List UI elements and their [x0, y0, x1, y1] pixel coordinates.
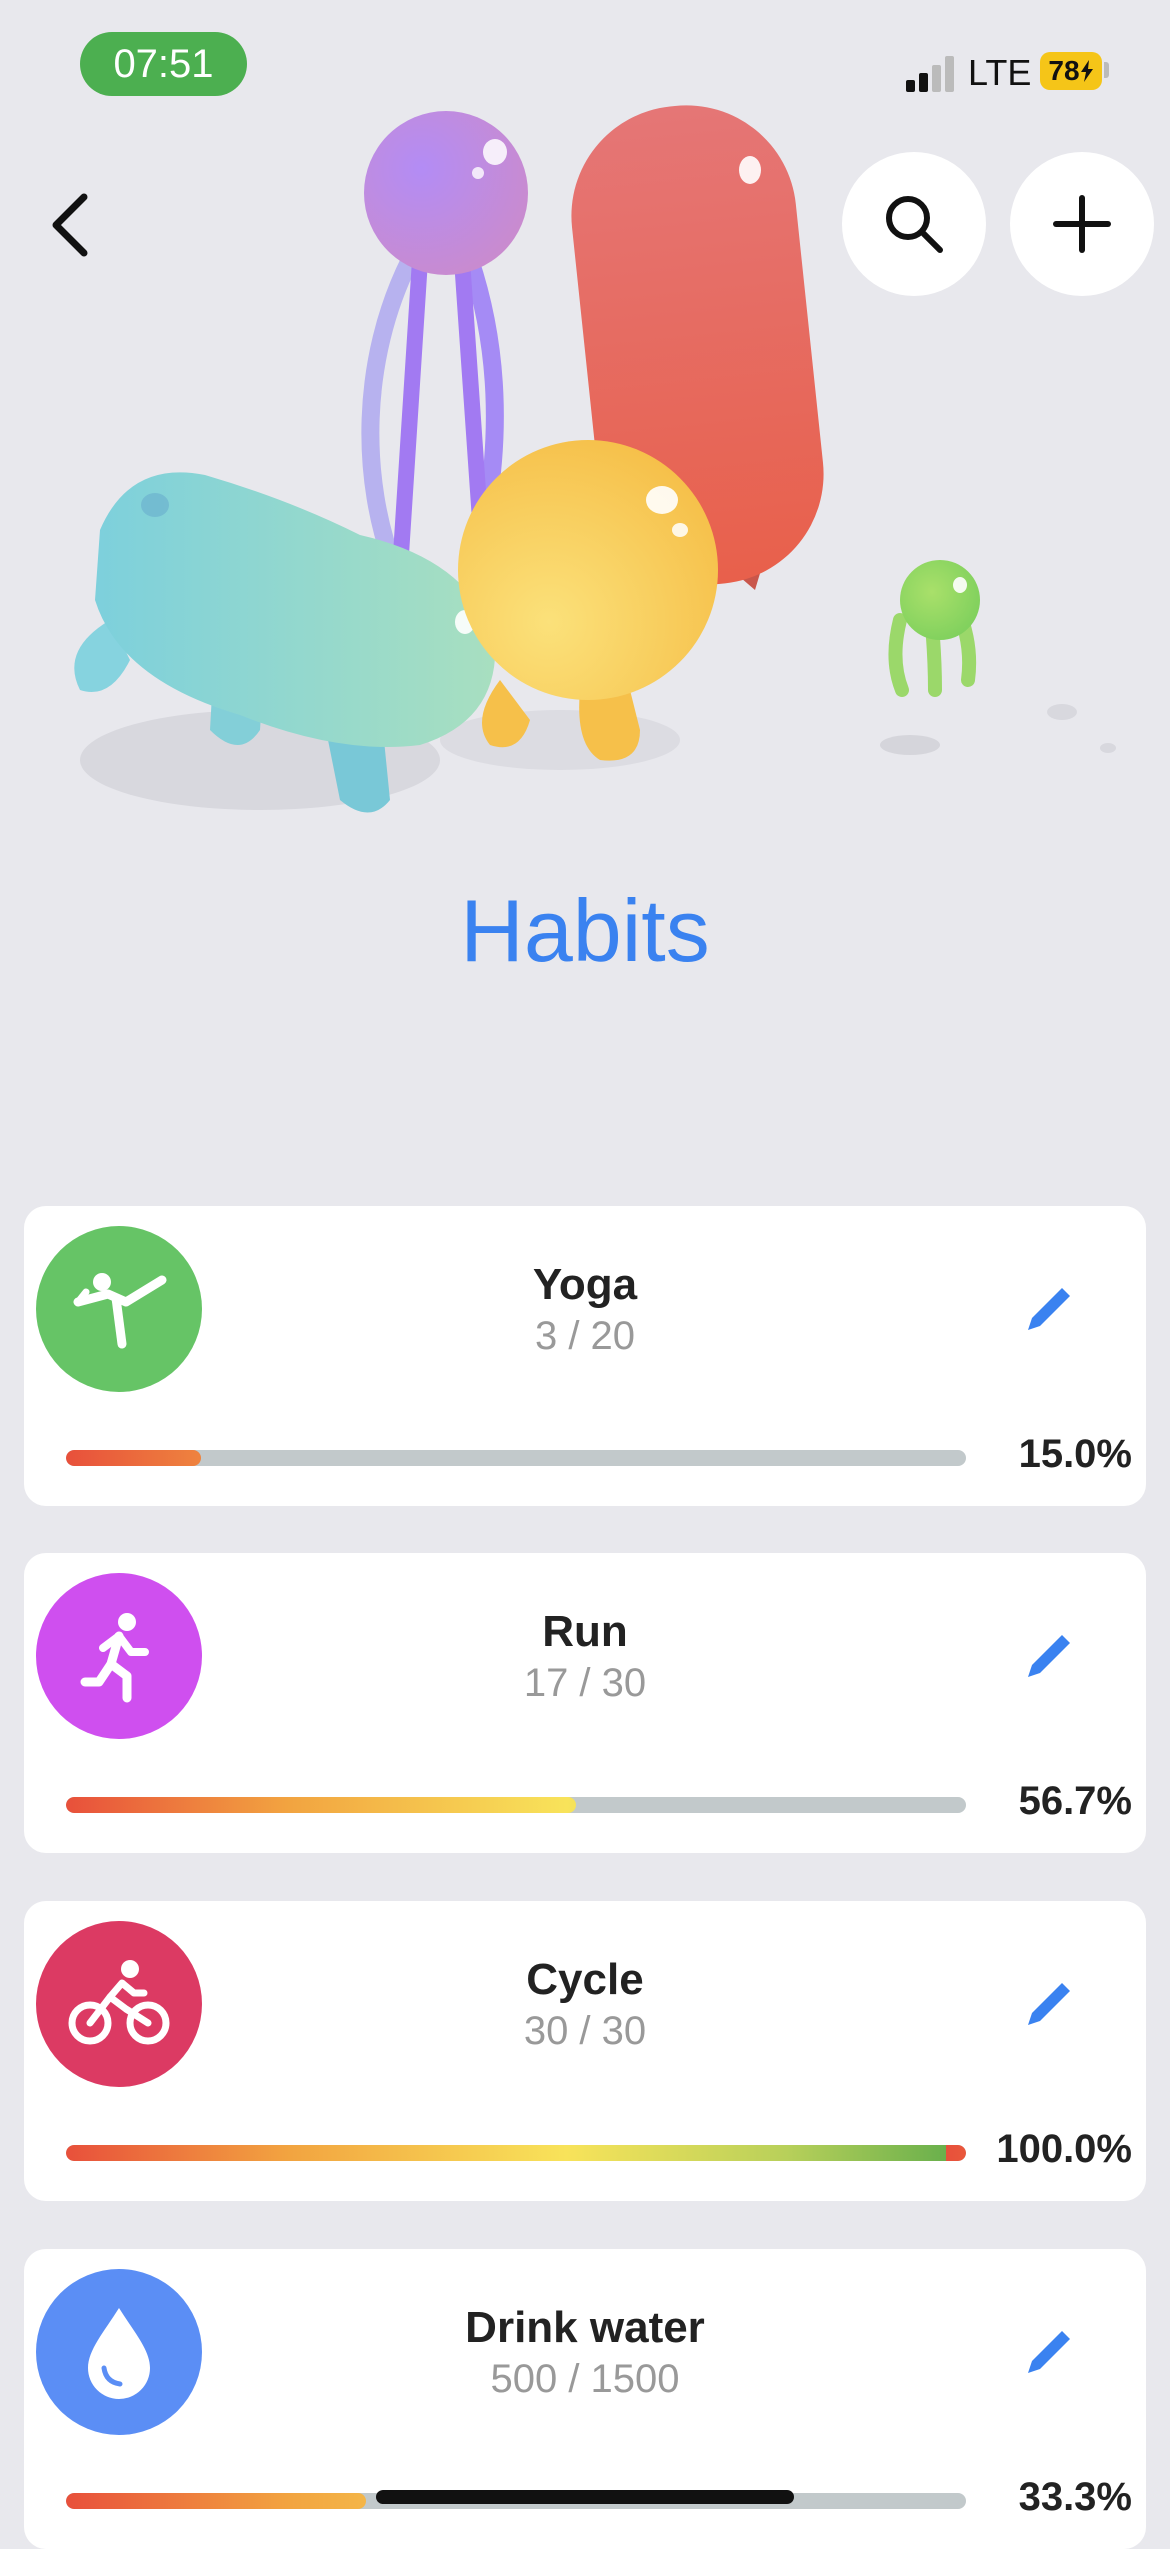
- edit-button[interactable]: [1018, 2323, 1078, 2383]
- habit-count: 30 / 30: [523, 2009, 647, 2053]
- plus-icon: [1053, 195, 1111, 253]
- progress-fill: [66, 2493, 366, 2509]
- chevron-left-icon: [52, 193, 88, 257]
- habit-name: Yoga: [532, 1260, 638, 1309]
- habit-count: 3 / 20: [534, 1314, 636, 1358]
- progress-percent: 15.0%: [1018, 1432, 1132, 1476]
- edit-button[interactable]: [1018, 1627, 1078, 1687]
- edit-button[interactable]: [1018, 1975, 1078, 2035]
- page-title: Habits: [460, 881, 710, 980]
- battery-cap: [1104, 62, 1109, 78]
- battery-indicator: 78: [1040, 52, 1102, 90]
- status-time: 07:51: [80, 32, 247, 96]
- habit-name: Drink water: [465, 2303, 705, 2352]
- progress-track: [66, 1797, 966, 1813]
- progress-track: [66, 1450, 966, 1466]
- search-icon: [886, 196, 943, 253]
- progress-percent: 33.3%: [1018, 2475, 1132, 2519]
- back-button[interactable]: [30, 180, 110, 270]
- pencil-icon: [1028, 1983, 1070, 2025]
- progress-percent: 56.7%: [1018, 1779, 1132, 1823]
- progress-fill: [66, 1450, 201, 1466]
- habit-card-yoga[interactable]: Yoga 3 / 20 15.0%: [24, 1206, 1146, 1506]
- pencil-icon: [1028, 2331, 1070, 2373]
- progress-fill: [66, 1797, 577, 1813]
- habit-card-cycle[interactable]: Cycle 30 / 30 100.0%: [24, 1901, 1146, 2201]
- progress-track: [66, 2145, 966, 2161]
- pencil-icon: [1028, 1288, 1070, 1330]
- habit-count: 500 / 1500: [490, 2357, 680, 2401]
- habit-count: 17 / 30: [523, 1661, 647, 1705]
- battery-level: 78: [1048, 55, 1080, 86]
- progress-fill: [66, 2145, 966, 2161]
- habit-card-run[interactable]: Run 17 / 30 56.7%: [24, 1553, 1146, 1853]
- home-indicator[interactable]: [376, 2490, 794, 2504]
- progress-percent: 100.0%: [996, 2127, 1132, 2171]
- habit-card-drink-water[interactable]: Drink water 500 / 1500 33.3%: [24, 2249, 1146, 2549]
- signal-icon: [906, 56, 954, 92]
- search-button[interactable]: [842, 152, 986, 296]
- header-illustration: [74, 105, 1116, 813]
- habit-name: Run: [542, 1607, 628, 1656]
- pencil-icon: [1028, 1635, 1070, 1677]
- add-habit-button[interactable]: [1010, 152, 1154, 296]
- charging-bolt-icon: [1080, 60, 1093, 82]
- network-label: LTE: [968, 52, 1032, 93]
- edit-button[interactable]: [1018, 1280, 1078, 1340]
- habit-name: Cycle: [526, 1955, 644, 2004]
